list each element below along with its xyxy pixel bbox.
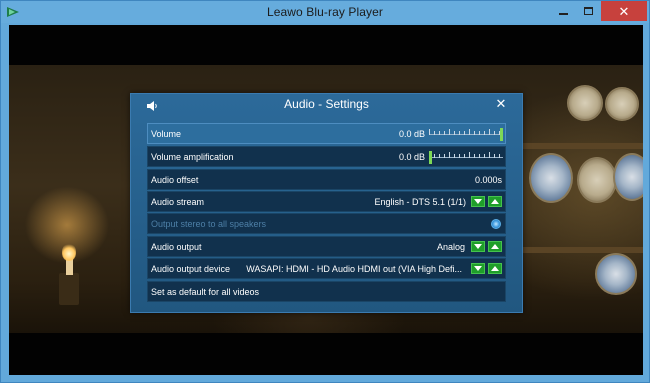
chevron-down-icon	[474, 266, 482, 271]
slider-thumb[interactable]	[500, 128, 503, 141]
close-icon: ✕	[618, 3, 630, 19]
slider-tick	[479, 131, 480, 135]
dialog-title: Audio - Settings	[284, 97, 369, 111]
audio-output-up-button[interactable]	[488, 241, 502, 252]
volume-amplification-value: 0.0 dB	[398, 152, 425, 162]
maximize-icon	[584, 7, 593, 15]
audio-output-label: Audio output	[151, 242, 202, 252]
volume-amplification-label: Volume amplification	[151, 152, 234, 162]
plate-image	[577, 157, 617, 203]
audio-stream-value: English - DTS 5.1 (1/1)	[374, 197, 466, 207]
slider-tick	[489, 152, 490, 158]
player-window: Leawo Blu-ray Player ✕ Audio - Settings …	[0, 0, 650, 383]
minimize-button[interactable]	[551, 1, 576, 21]
output-stereo-row: Output stereo to all speakers	[147, 213, 506, 234]
audio-output-device-up-button[interactable]	[488, 263, 502, 274]
audio-output-value: Analog	[436, 242, 465, 252]
volume-slider[interactable]	[429, 128, 503, 141]
close-icon: ✕	[495, 96, 507, 111]
shelf-image	[521, 143, 643, 149]
slider-tick	[454, 154, 455, 158]
slider-tick	[494, 131, 495, 135]
plate-image	[605, 87, 639, 121]
audio-output-device-value: WASAPI: HDMI - HD Audio HDMI out (VIA Hi…	[246, 264, 462, 274]
slider-tick	[464, 154, 465, 158]
audio-settings-dialog: Audio - Settings ✕ Volume 0.0 dB Volume …	[130, 93, 523, 313]
audio-output-device-down-button[interactable]	[471, 263, 485, 274]
audio-output-row[interactable]: Audio output Analog	[147, 236, 506, 257]
set-default-row[interactable]: Set as default for all videos	[147, 281, 506, 302]
audio-stream-label: Audio stream	[151, 197, 205, 207]
audio-offset-value: 0.000s	[474, 175, 502, 185]
title-bar[interactable]: Leawo Blu-ray Player ✕	[1, 1, 649, 23]
maximize-button[interactable]	[576, 1, 601, 21]
set-default-label: Set as default for all videos	[151, 287, 260, 297]
window-controls: ✕	[551, 1, 647, 21]
chevron-up-icon	[491, 266, 499, 271]
audio-stream-up-button[interactable]	[488, 196, 502, 207]
audio-output-down-button[interactable]	[471, 241, 485, 252]
slider-track	[429, 157, 503, 158]
audio-output-device-label: Audio output device	[151, 264, 231, 274]
plate-image	[567, 85, 603, 121]
slider-tick	[429, 129, 430, 135]
output-stereo-radio[interactable]	[491, 219, 501, 229]
slider-tick	[464, 131, 465, 135]
dialog-header[interactable]: Audio - Settings ✕	[131, 94, 522, 116]
chevron-down-icon	[474, 244, 482, 249]
audio-offset-label: Audio offset	[151, 175, 199, 185]
slider-tick	[449, 152, 450, 158]
slider-tick	[439, 154, 440, 158]
slider-tick	[484, 154, 485, 158]
output-stereo-label: Output stereo to all speakers	[151, 219, 267, 229]
shelf-image	[521, 247, 643, 253]
slider-tick	[434, 131, 435, 135]
volume-amplification-row[interactable]: Volume amplification 0.0 dB	[147, 146, 506, 167]
audio-offset-row[interactable]: Audio offset 0.000s	[147, 169, 506, 190]
slider-tick	[484, 131, 485, 135]
dialog-close-button[interactable]: ✕	[494, 96, 508, 112]
candle-holder-image	[59, 273, 79, 305]
candle-flame-image	[62, 243, 76, 261]
volume-row[interactable]: Volume 0.0 dB	[147, 123, 506, 144]
plate-image	[595, 253, 637, 295]
slider-tick	[434, 154, 435, 158]
slider-tick	[499, 154, 500, 158]
chevron-up-icon	[491, 244, 499, 249]
plate-image	[529, 153, 573, 203]
slider-tick	[469, 152, 470, 158]
minimize-icon	[559, 13, 568, 15]
slider-tick	[479, 154, 480, 158]
slider-track	[429, 134, 503, 135]
slider-thumb[interactable]	[429, 151, 432, 164]
plate-image	[613, 153, 643, 201]
audio-output-device-row[interactable]: Audio output device WASAPI: HDMI - HD Au…	[147, 258, 506, 279]
slider-tick	[439, 131, 440, 135]
chevron-up-icon	[491, 199, 499, 204]
volume-label: Volume	[151, 129, 182, 139]
slider-tick	[494, 154, 495, 158]
volume-value: 0.0 dB	[398, 129, 425, 139]
volume-amplification-slider[interactable]	[429, 151, 503, 164]
slider-tick	[449, 129, 450, 135]
slider-tick	[469, 129, 470, 135]
slider-tick	[444, 131, 445, 135]
audio-stream-down-button[interactable]	[471, 196, 485, 207]
slider-tick	[459, 131, 460, 135]
slider-tick	[474, 154, 475, 158]
window-close-button[interactable]: ✕	[601, 1, 647, 21]
audio-stream-row[interactable]: Audio stream English - DTS 5.1 (1/1)	[147, 191, 506, 212]
chevron-down-icon	[474, 199, 482, 204]
slider-tick	[489, 129, 490, 135]
slider-tick	[444, 154, 445, 158]
slider-tick	[474, 131, 475, 135]
slider-tick	[459, 154, 460, 158]
slider-tick	[454, 131, 455, 135]
